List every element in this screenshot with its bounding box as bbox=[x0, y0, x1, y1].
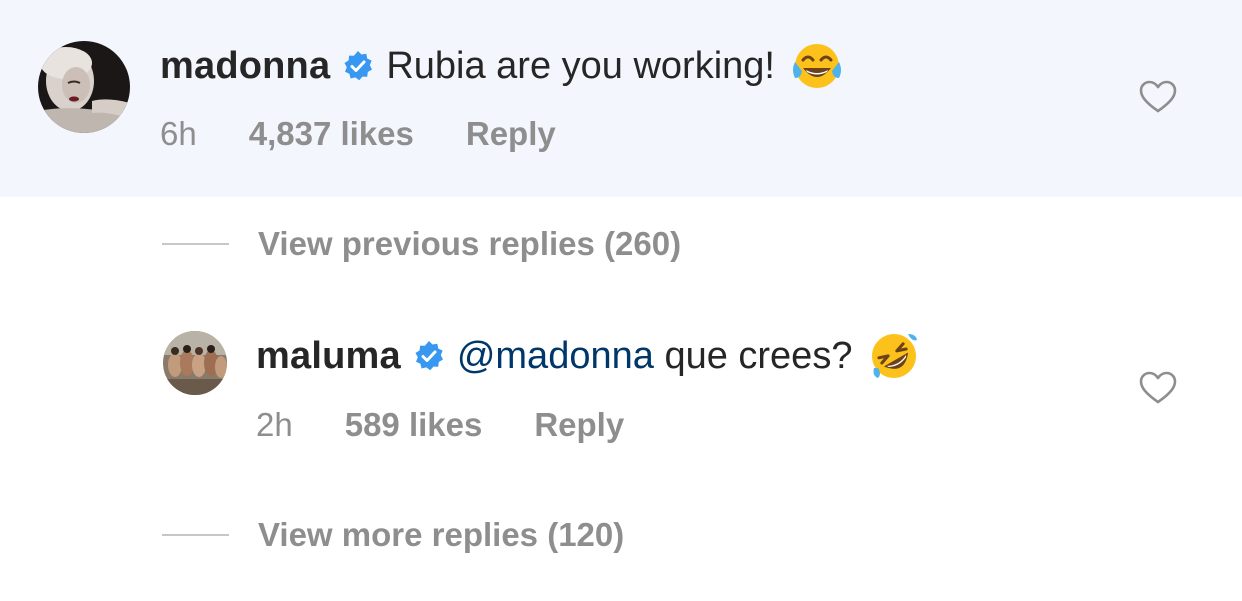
view-previous-replies-label: View previous replies (260) bbox=[258, 225, 682, 262]
avatar-madonna[interactable] bbox=[38, 41, 130, 133]
reply-text-line: maluma @madonna que crees? bbox=[256, 328, 920, 384]
comments-screen: madonna Rubia are you working! 6h 4,837 … bbox=[0, 0, 1242, 601]
comment-username[interactable]: madonna bbox=[160, 45, 330, 88]
reply-time: 2h bbox=[256, 406, 293, 443]
comment-meta: 6h 4,837 likes Reply bbox=[160, 113, 556, 155]
avatar-maluma[interactable] bbox=[163, 331, 227, 395]
thread-divider bbox=[162, 243, 229, 245]
rolling-on-the-floor-laughing-emoji bbox=[868, 330, 920, 382]
face-with-tears-of-joy-emoji bbox=[791, 40, 843, 92]
reply-reply-button[interactable]: Reply bbox=[534, 406, 624, 444]
heart-outline-icon[interactable] bbox=[1139, 80, 1177, 114]
thread-divider bbox=[162, 534, 229, 536]
reply-likes-link[interactable]: 589 likes bbox=[345, 406, 483, 444]
reply-username[interactable]: maluma bbox=[256, 335, 401, 378]
heart-outline-icon[interactable] bbox=[1139, 371, 1177, 405]
comment-time: 6h bbox=[160, 115, 197, 152]
highlighted-comment bbox=[0, 0, 1242, 197]
comment-body: Rubia are you working! bbox=[386, 44, 775, 87]
view-previous-replies-button[interactable]: View previous replies (260) bbox=[162, 222, 681, 266]
comment-likes-link[interactable]: 4,837 likes bbox=[249, 115, 414, 153]
verified-badge-icon bbox=[413, 340, 445, 372]
view-more-replies-button[interactable]: View more replies (120) bbox=[162, 513, 624, 557]
reply-mention-link[interactable]: @madonna bbox=[457, 335, 654, 378]
view-more-replies-label: View more replies (120) bbox=[258, 516, 625, 553]
reply-body: que crees? bbox=[664, 334, 853, 377]
verified-badge-icon bbox=[342, 50, 374, 82]
reply-meta: 2h 589 likes Reply bbox=[256, 404, 624, 446]
comment-text-line: madonna Rubia are you working! bbox=[160, 38, 843, 94]
comment-reply-button[interactable]: Reply bbox=[466, 115, 556, 153]
